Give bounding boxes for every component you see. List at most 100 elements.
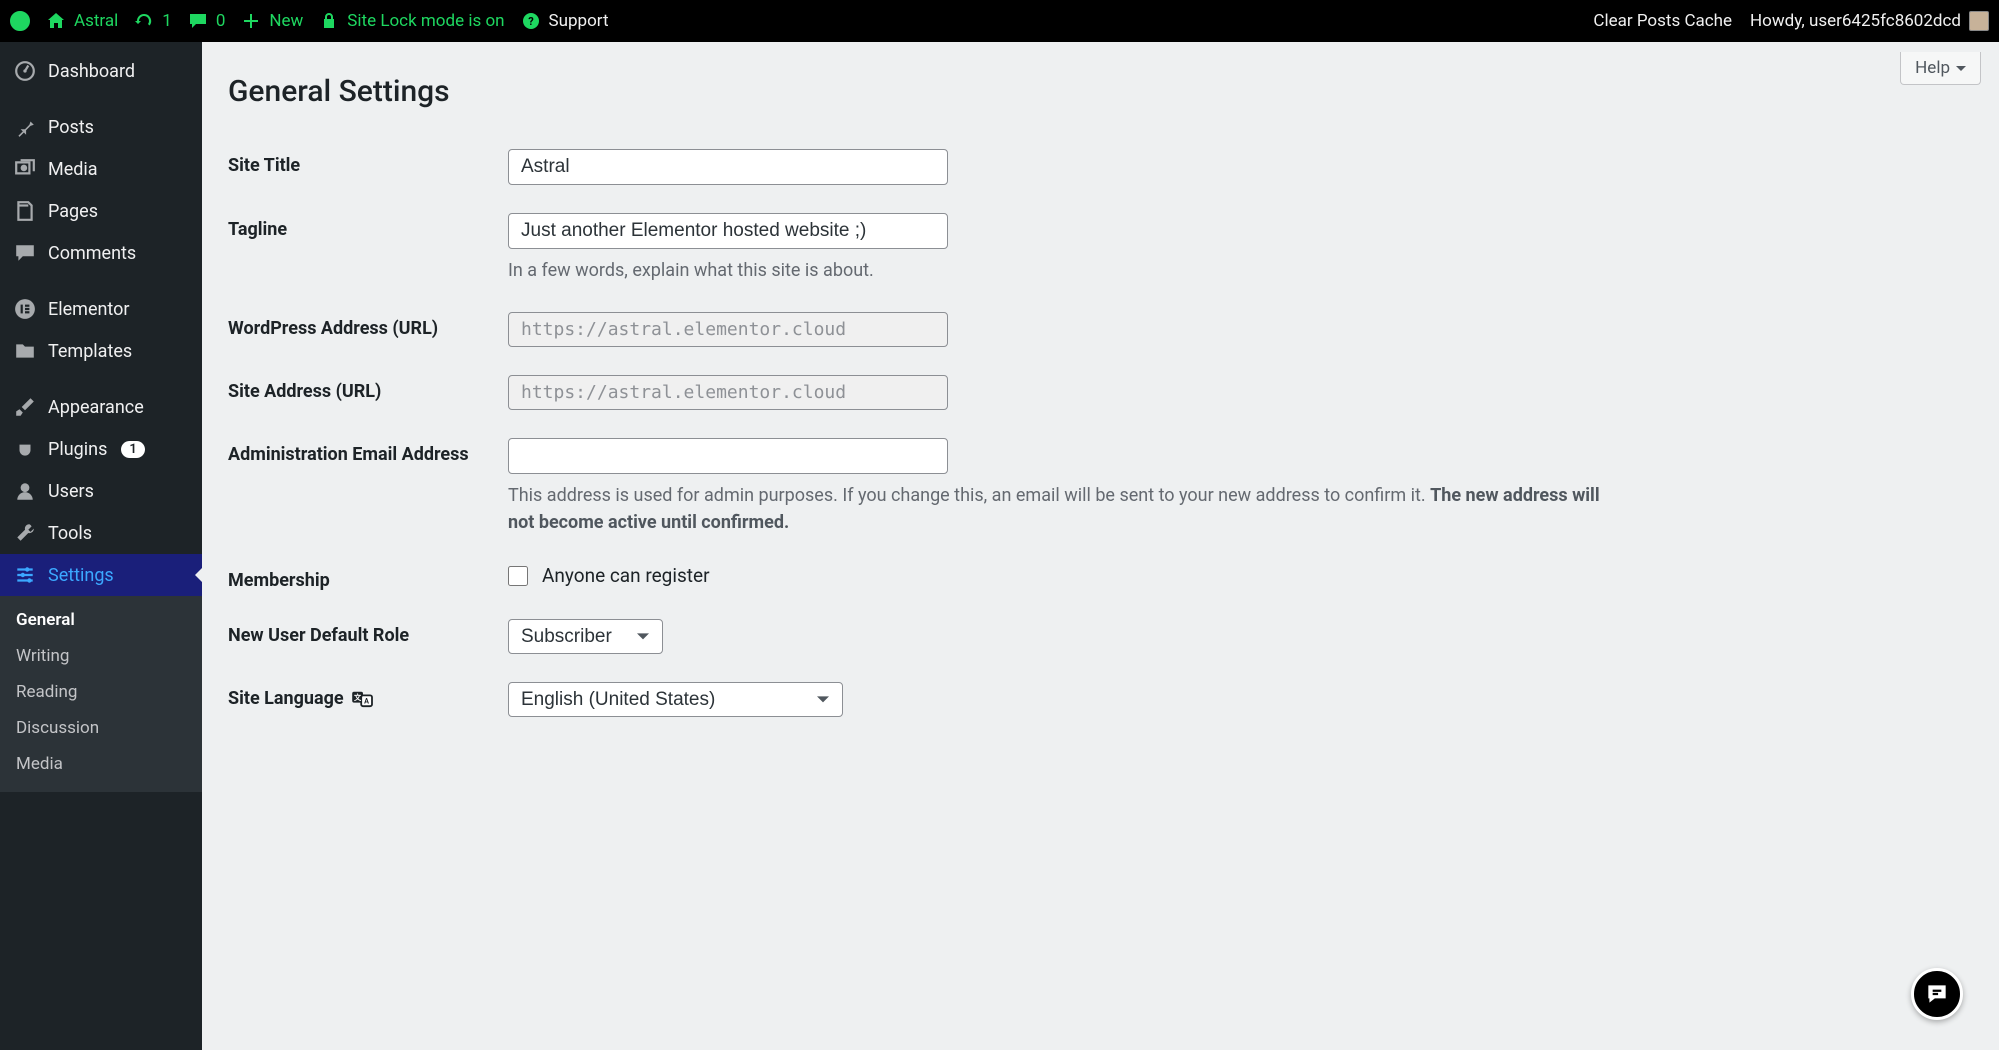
- sidebar-item-plugins[interactable]: Plugins 1: [0, 428, 202, 470]
- support-link[interactable]: ? Support: [521, 11, 609, 31]
- chat-icon: [1924, 981, 1950, 1007]
- siteurl-input: [508, 375, 948, 410]
- membership-label: Membership: [228, 564, 508, 591]
- language-label: Site Language 文A: [228, 682, 508, 709]
- comments-count: 0: [216, 11, 226, 31]
- admin-email-label: Administration Email Address: [228, 438, 508, 465]
- clear-cache-label: Clear Posts Cache: [1593, 11, 1732, 31]
- tagline-input[interactable]: [508, 213, 948, 249]
- folder-icon: [14, 340, 36, 362]
- plugins-badge: 1: [121, 441, 144, 458]
- submenu-item-reading[interactable]: Reading: [0, 674, 202, 710]
- help-label: Help: [1915, 58, 1950, 78]
- membership-checkbox[interactable]: [508, 566, 528, 586]
- sidebar-label: Users: [48, 481, 94, 502]
- sidebar-item-settings[interactable]: Settings: [0, 554, 202, 596]
- admin-sidebar: Dashboard Posts Media Pages Comments Ele…: [0, 42, 202, 1050]
- admin-email-description: This address is used for admin purposes.…: [508, 482, 1608, 536]
- siteurl-label: Site Address (URL): [228, 375, 508, 402]
- sitelock-label: Site Lock mode is on: [347, 11, 504, 31]
- media-icon: [14, 158, 36, 180]
- new-content-link[interactable]: New: [241, 11, 303, 31]
- comments-link[interactable]: 0: [188, 11, 226, 31]
- comment-icon: [188, 11, 208, 31]
- sidebar-item-posts[interactable]: Posts: [0, 106, 202, 148]
- help-icon: ?: [521, 11, 541, 31]
- sidebar-item-media[interactable]: Media: [0, 148, 202, 190]
- sliders-icon: [14, 564, 36, 586]
- pages-icon: [14, 200, 36, 222]
- tagline-description: In a few words, explain what this site i…: [508, 257, 1608, 284]
- settings-submenu: General Writing Reading Discussion Media: [0, 596, 202, 792]
- content-area: Help General Settings Site Title Tagline…: [202, 42, 1999, 1050]
- sidebar-label: Templates: [48, 341, 132, 362]
- user-icon: [14, 480, 36, 502]
- membership-checkbox-label: Anyone can register: [542, 564, 710, 587]
- brush-icon: [14, 396, 36, 418]
- elementor-icon: [14, 298, 36, 320]
- sidebar-item-dashboard[interactable]: Dashboard: [0, 50, 202, 92]
- site-title-input[interactable]: [508, 149, 948, 185]
- svg-text:文: 文: [353, 692, 362, 701]
- dashboard-icon: [14, 60, 36, 82]
- admin-email-input[interactable]: [508, 438, 948, 474]
- home-icon: [46, 11, 66, 31]
- sidebar-item-templates[interactable]: Templates: [0, 330, 202, 372]
- updates-link[interactable]: 1: [134, 11, 172, 31]
- plug-icon: [14, 438, 36, 460]
- translate-icon: 文A: [352, 690, 374, 708]
- chevron-down-icon: [1956, 66, 1966, 76]
- language-select[interactable]: English (United States): [508, 682, 843, 717]
- sidebar-item-users[interactable]: Users: [0, 470, 202, 512]
- site-name-link[interactable]: Astral: [46, 11, 118, 31]
- svg-text:?: ?: [528, 15, 534, 28]
- plus-icon: [241, 11, 261, 31]
- sidebar-label: Dashboard: [48, 61, 135, 82]
- wordpress-icon: [10, 11, 30, 31]
- submenu-item-writing[interactable]: Writing: [0, 638, 202, 674]
- wpurl-label: WordPress Address (URL): [228, 312, 508, 339]
- submenu-item-media[interactable]: Media: [0, 746, 202, 782]
- clear-cache-link[interactable]: Clear Posts Cache: [1593, 11, 1732, 31]
- new-content-label: New: [269, 11, 303, 31]
- sidebar-label: Appearance: [48, 397, 144, 418]
- wpurl-input: [508, 312, 948, 347]
- comments-icon: [14, 242, 36, 264]
- sidebar-label: Plugins: [48, 439, 107, 460]
- sidebar-label: Tools: [48, 523, 92, 544]
- pin-icon: [14, 116, 36, 138]
- sidebar-item-comments[interactable]: Comments: [0, 232, 202, 274]
- wp-logo[interactable]: [10, 11, 30, 31]
- sitelock-link[interactable]: Site Lock mode is on: [319, 11, 504, 31]
- tagline-label: Tagline: [228, 213, 508, 240]
- sidebar-label: Posts: [48, 117, 94, 138]
- page-title: General Settings: [228, 74, 1973, 109]
- user-avatar-icon: [1969, 11, 1989, 31]
- site-name-text: Astral: [74, 11, 118, 31]
- howdy-text: Howdy, user6425fc8602dcd: [1750, 11, 1961, 31]
- sidebar-item-elementor[interactable]: Elementor: [0, 288, 202, 330]
- admin-toolbar: Astral 1 0 New Site Lock mode is on ? Su…: [0, 0, 1999, 42]
- submenu-item-general[interactable]: General: [0, 602, 202, 638]
- sidebar-item-pages[interactable]: Pages: [0, 190, 202, 232]
- lock-icon: [319, 11, 339, 31]
- submenu-item-discussion[interactable]: Discussion: [0, 710, 202, 746]
- sidebar-label: Media: [48, 159, 98, 180]
- sidebar-label: Pages: [48, 201, 98, 222]
- chat-button[interactable]: [1911, 968, 1963, 1020]
- sidebar-label: Comments: [48, 243, 136, 264]
- wrench-icon: [14, 522, 36, 544]
- support-label: Support: [549, 11, 609, 31]
- updates-count: 1: [162, 11, 172, 31]
- sidebar-item-tools[interactable]: Tools: [0, 512, 202, 554]
- site-title-label: Site Title: [228, 149, 508, 176]
- sidebar-label: Elementor: [48, 299, 130, 320]
- howdy-link[interactable]: Howdy, user6425fc8602dcd: [1750, 11, 1989, 31]
- default-role-label: New User Default Role: [228, 619, 508, 646]
- refresh-icon: [134, 11, 154, 31]
- help-tab[interactable]: Help: [1900, 52, 1981, 85]
- svg-text:A: A: [364, 696, 369, 705]
- sidebar-label: Settings: [48, 565, 114, 586]
- sidebar-item-appearance[interactable]: Appearance: [0, 386, 202, 428]
- default-role-select[interactable]: Subscriber: [508, 619, 663, 654]
